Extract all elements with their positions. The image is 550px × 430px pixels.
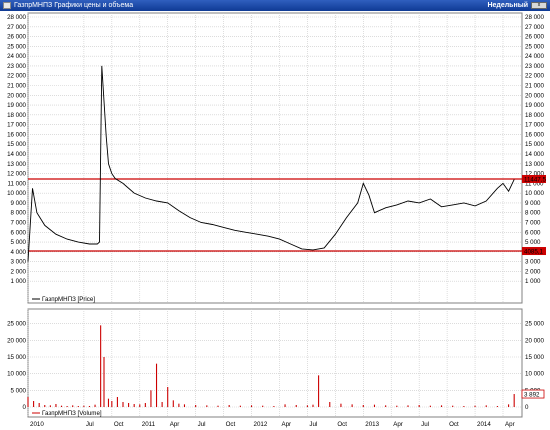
price-tick-label-right: 22 000 <box>525 73 544 80</box>
price-tick-label-left: 23 000 <box>7 63 26 70</box>
price-tick-label-right: 17 000 <box>525 122 544 129</box>
volume-tick-label-left: 15 000 <box>7 354 26 361</box>
volume-tick-label-right: 20 000 <box>525 337 544 344</box>
price-tick-label-right: 24 000 <box>525 53 544 60</box>
price-tick-label-left: 11 000 <box>8 180 27 187</box>
volume-last-label: 3 892 <box>524 392 540 399</box>
price-tick-label-right: 13 000 <box>525 161 544 168</box>
x-tick-label: Apr <box>505 421 515 428</box>
price-tick-label-right: 2 000 <box>525 268 541 275</box>
price-tick-label-right: 23 000 <box>525 63 544 70</box>
price-tick-label-left: 8 000 <box>11 210 27 217</box>
price-tick-label-left: 16 000 <box>7 131 26 138</box>
title-bar: ГазпрМНПЗ Графики цены и объема Недельны… <box>0 0 550 11</box>
price-tick-label-left: 20 000 <box>7 92 26 99</box>
price-tick-label-left: 12 000 <box>7 171 26 178</box>
price-tick-label-left: 17 000 <box>7 122 26 129</box>
price-legend-label: ГазпрМНПЗ [Price] <box>42 296 95 303</box>
price-tick-label-left: 15 000 <box>7 141 26 148</box>
price-tick-label-left: 21 000 <box>7 83 26 90</box>
x-tick-label: Apr <box>393 421 403 428</box>
x-tick-label: Apr <box>170 421 180 428</box>
x-tick-label: 2013 <box>365 421 379 428</box>
price-tick-label-left: 25 000 <box>7 43 26 50</box>
price-tick-label-right: 25 000 <box>525 43 544 50</box>
x-tick-label: Oct <box>226 421 236 428</box>
level-label: 11447,5 <box>524 176 546 183</box>
price-tick-label-right: 28 000 <box>525 14 544 21</box>
price-tick-label-right: 21 000 <box>525 83 544 90</box>
volume-tick-label-right: 25 000 <box>525 321 544 328</box>
price-tick-label-left: 4 000 <box>11 249 27 256</box>
volume-tick-label-left: 0 <box>23 404 27 411</box>
price-tick-label-right: 26 000 <box>525 34 544 41</box>
volume-tick-label-left: 25 000 <box>7 321 26 328</box>
window-title: ГазпрМНПЗ Графики цены и объема <box>14 2 134 9</box>
price-tick-label-right: 27 000 <box>525 24 544 31</box>
x-tick-label: Oct <box>449 421 459 428</box>
x-tick-label: 2011 <box>142 421 156 428</box>
price-tick-label-left: 14 000 <box>7 151 26 158</box>
price-tick-label-right: 20 000 <box>525 92 544 99</box>
price-tick-label-right: 7 000 <box>525 220 541 227</box>
price-tick-label-left: 19 000 <box>7 102 26 109</box>
volume-panel-frame <box>27 308 523 418</box>
price-tick-label-right: 8 000 <box>525 210 541 217</box>
x-tick-label: Oct <box>114 421 124 428</box>
price-tick-label-right: 3 000 <box>525 259 541 266</box>
price-tick-label-left: 3 000 <box>11 259 27 266</box>
price-tick-label-right: 6 000 <box>525 229 541 236</box>
price-panel-frame <box>27 12 523 304</box>
price-tick-label-right: 9 000 <box>525 200 541 207</box>
price-tick-label-right: 16 000 <box>525 131 544 138</box>
price-tick-label-right: 14 000 <box>525 151 544 158</box>
x-tick-label: Apr <box>281 421 291 428</box>
volume-tick-label-left: 10 000 <box>7 371 26 378</box>
volume-tick-label-left: 5 000 <box>11 387 27 394</box>
x-tick-label: 2014 <box>477 421 491 428</box>
x-axis: 2010 Jul Oct 2011 Apr Jul Oct 2012 Apr Jul Oct 2013… <box>30 421 515 428</box>
price-tick-label-left: 27 000 <box>7 24 26 31</box>
chart-area: 1 0001 0002 0002 0003 0003 0004 0004 000… <box>7 12 546 428</box>
price-tick-label-left: 13 000 <box>7 161 26 168</box>
price-tick-label-right: 18 000 <box>525 112 544 119</box>
x-tick-label: Jul <box>309 421 317 428</box>
volume-tick-label-right: 15 000 <box>525 354 544 361</box>
volume-tick-label-right: 10 000 <box>525 371 544 378</box>
price-tick-label-right: 1 000 <box>525 278 541 285</box>
close-button[interactable]: x <box>531 2 547 9</box>
x-tick-label: Jul <box>86 421 94 428</box>
price-tick-label-left: 22 000 <box>7 73 26 80</box>
volume-tick-label-right: 0 <box>525 404 529 411</box>
price-tick-label-left: 1 000 <box>11 278 27 285</box>
price-tick-label-left: 2 000 <box>11 268 27 275</box>
price-tick-label-right: 5 000 <box>525 239 541 246</box>
x-tick-label: Oct <box>337 421 347 428</box>
price-tick-label-right: 15 000 <box>525 141 544 148</box>
x-tick-label: 2010 <box>30 421 44 428</box>
x-tick-label: 2012 <box>254 421 268 428</box>
price-tick-label-left: 6 000 <box>11 229 27 236</box>
level-label: 4085,1 <box>524 249 543 256</box>
price-tick-label-right: 19 000 <box>525 102 544 109</box>
price-tick-label-right: 10 000 <box>525 190 544 197</box>
price-tick-label-left: 10 000 <box>7 190 26 197</box>
price-tick-label-left: 28 000 <box>7 14 26 21</box>
price-tick-label-left: 26 000 <box>7 34 26 41</box>
period-label[interactable]: Недельный <box>487 0 528 11</box>
volume-legend-label: ГазпрМНПЗ [Volume] <box>42 410 102 417</box>
price-legend: ГазпрМНПЗ [Price] <box>32 296 95 303</box>
price-tick-label-left: 5 000 <box>11 239 27 246</box>
volume-legend: ГазпрМНПЗ [Volume] <box>32 410 102 417</box>
price-tick-label-left: 7 000 <box>11 220 27 227</box>
app-icon <box>3 2 11 9</box>
x-tick-label: Jul <box>421 421 429 428</box>
x-tick-label: Jul <box>198 421 206 428</box>
price-tick-label-left: 24 000 <box>7 53 26 60</box>
volume-tick-label-left: 20 000 <box>7 337 26 344</box>
price-tick-label-left: 9 000 <box>11 200 27 207</box>
price-tick-label-left: 18 000 <box>7 112 26 119</box>
